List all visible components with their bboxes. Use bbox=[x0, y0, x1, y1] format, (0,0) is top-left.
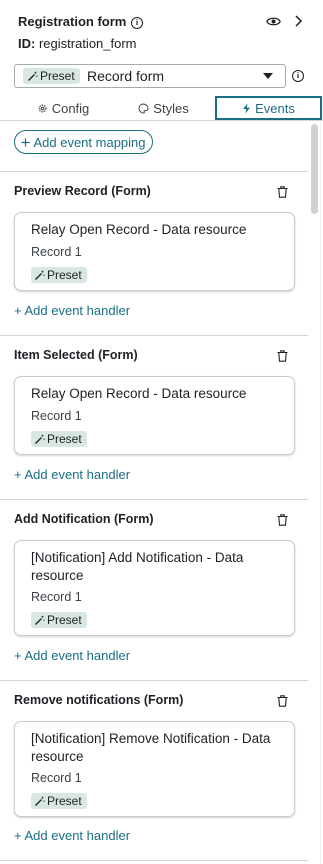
add-event-mapping-button[interactable]: Add event mapping bbox=[14, 130, 153, 154]
tab-styles[interactable]: Styles bbox=[112, 96, 215, 120]
chevron-right-icon[interactable] bbox=[293, 14, 303, 28]
trash-icon[interactable] bbox=[277, 350, 288, 362]
id-label: ID: bbox=[18, 36, 36, 51]
event-title: Preview Record (Form) bbox=[14, 184, 151, 198]
section-divider bbox=[0, 499, 308, 500]
handler-subtitle: Record 1 bbox=[31, 590, 82, 604]
handler-title: [Notification] Remove Notification - Dat… bbox=[31, 731, 271, 764]
component-id: ID: registration_form bbox=[18, 36, 137, 51]
trash-icon[interactable] bbox=[277, 186, 288, 198]
eye-icon[interactable] bbox=[266, 16, 281, 27]
add-event-handler-label: Add event handler bbox=[24, 303, 131, 318]
info-icon[interactable]: i bbox=[292, 70, 304, 82]
preset-chip-label: Preset bbox=[47, 794, 82, 808]
gear-icon bbox=[38, 104, 47, 112]
add-event-handler-link[interactable]: + Add event handler bbox=[14, 648, 130, 663]
section-divider bbox=[0, 860, 308, 861]
handler-subtitle: Record 1 bbox=[31, 409, 82, 423]
section-divider bbox=[0, 680, 308, 681]
event-handler-card[interactable]: [Notification] Remove Notification - Dat… bbox=[14, 721, 295, 817]
preset-chip: Preset bbox=[31, 267, 87, 283]
tab-bar: Config Styles Events bbox=[0, 96, 323, 120]
tab-config-label: Config bbox=[51, 100, 90, 116]
handler-subtitle: Record 1 bbox=[31, 245, 82, 259]
event-handler-card[interactable]: Relay Open Record - Data resource Record… bbox=[14, 376, 295, 455]
scrollbar-thumb[interactable] bbox=[311, 124, 318, 214]
preset-chip-label: Preset bbox=[47, 613, 82, 627]
wand-icon bbox=[28, 71, 38, 81]
select-value: Record form bbox=[87, 68, 165, 84]
add-event-handler-link[interactable]: + Add event handler bbox=[14, 828, 130, 843]
palette-icon bbox=[138, 102, 149, 114]
wand-icon bbox=[35, 796, 45, 806]
scroll-track bbox=[320, 122, 321, 864]
section-divider bbox=[0, 335, 308, 336]
handler-title: Relay Open Record - Data resource bbox=[31, 222, 247, 237]
lightning-icon bbox=[243, 103, 251, 113]
plus-icon bbox=[21, 138, 30, 146]
trash-icon[interactable] bbox=[277, 514, 288, 526]
preset-chip: Preset bbox=[31, 793, 87, 809]
event-handler-card[interactable]: Relay Open Record - Data resource Record… bbox=[14, 212, 295, 291]
event-title: Add Notification (Form) bbox=[14, 512, 154, 526]
wand-icon bbox=[35, 270, 45, 280]
tab-styles-label: Styles bbox=[153, 100, 189, 116]
wand-icon bbox=[35, 615, 45, 625]
preset-chip: Preset bbox=[31, 612, 87, 628]
event-title: Remove notifications (Form) bbox=[14, 693, 184, 707]
add-event-mapping-label: Add event mapping bbox=[33, 134, 146, 150]
tab-events[interactable]: Events bbox=[215, 96, 322, 120]
add-event-handler-label: Add event handler bbox=[24, 467, 131, 482]
trash-icon[interactable] bbox=[277, 695, 288, 707]
tab-events-label: Events bbox=[255, 100, 295, 116]
preset-select[interactable]: Preset Record form bbox=[14, 64, 286, 88]
panel-title: Registration form bbox=[18, 14, 127, 29]
preset-chip-label: Preset bbox=[47, 432, 82, 446]
panel-header: Registration form i ID: registration_for… bbox=[0, 0, 323, 122]
handler-title: [Notification] Add Notification - Data r… bbox=[31, 550, 244, 583]
preset-chip-label: Preset bbox=[47, 268, 82, 282]
section-divider bbox=[0, 171, 308, 172]
event-handler-card[interactable]: [Notification] Add Notification - Data r… bbox=[14, 540, 295, 636]
tab-config[interactable]: Config bbox=[14, 96, 112, 120]
event-title: Item Selected (Form) bbox=[14, 348, 138, 362]
id-value: registration_form bbox=[38, 36, 137, 51]
wand-icon bbox=[35, 434, 45, 444]
handler-subtitle: Record 1 bbox=[31, 771, 82, 785]
tabs-divider bbox=[0, 120, 323, 121]
handler-title: Relay Open Record - Data resource bbox=[31, 386, 247, 401]
caret-down-icon bbox=[263, 73, 273, 79]
info-icon[interactable]: i bbox=[131, 17, 143, 29]
add-event-handler-link[interactable]: + Add event handler bbox=[14, 467, 130, 482]
add-event-handler-link[interactable]: + Add event handler bbox=[14, 303, 130, 318]
add-event-handler-label: Add event handler bbox=[24, 648, 131, 663]
preset-chip: Preset bbox=[23, 68, 80, 84]
add-event-handler-label: Add event handler bbox=[24, 828, 131, 843]
preset-chip: Preset bbox=[31, 431, 87, 447]
preset-chip-label: Preset bbox=[40, 69, 75, 83]
